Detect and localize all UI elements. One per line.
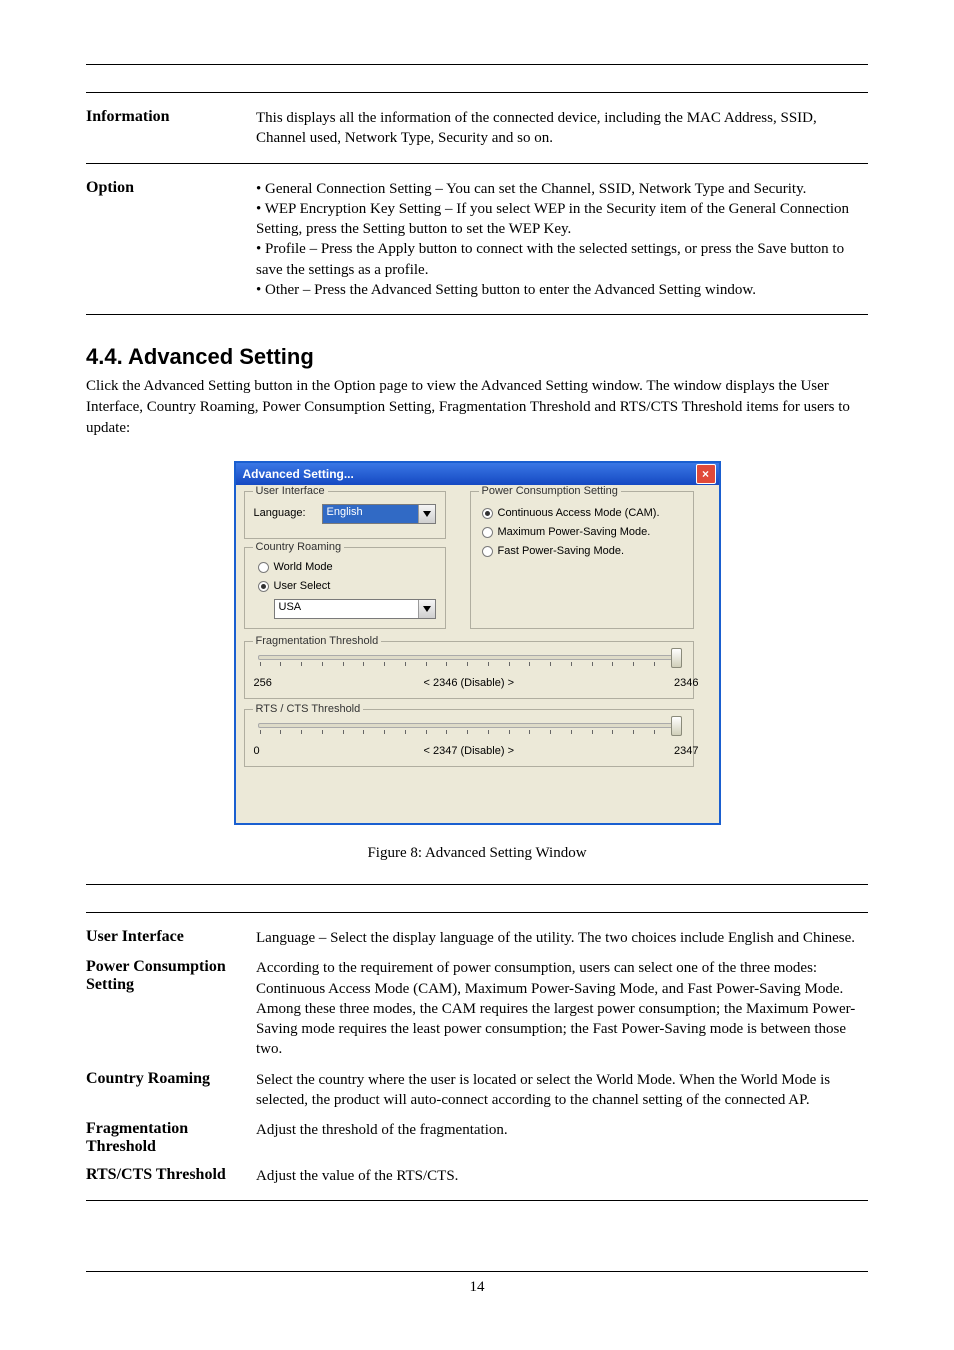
field-label: RTS/CTS Threshold <box>86 1166 256 1184</box>
rts-value: < 2347 (Disable) > <box>424 745 515 757</box>
field-label: Option <box>86 179 256 197</box>
table-divider <box>86 1200 868 1202</box>
dialog-title: Advanced Setting... <box>243 467 354 481</box>
language-label: Language: <box>254 507 306 519</box>
group-legend: Fragmentation Threshold <box>253 635 382 647</box>
country-value: USA <box>275 600 418 618</box>
radio-user-select[interactable]: User Select <box>258 580 331 592</box>
section-intro: Click the Advanced Setting button in the… <box>86 376 868 439</box>
radio-cam[interactable]: Continuous Access Mode (CAM). <box>482 507 660 519</box>
field-desc: Select the country where the user is loc… <box>256 1070 868 1111</box>
country-select[interactable]: USA <box>274 599 436 619</box>
field-label: Power Consumption Setting <box>86 958 256 994</box>
radio-fast-power-saving[interactable]: Fast Power-Saving Mode. <box>482 545 625 557</box>
field-desc: Language – Select the display language o… <box>256 928 868 948</box>
field-desc: Adjust the value of the RTS/CTS. <box>256 1166 868 1186</box>
groupbox-fragmentation: Fragmentation Threshold <box>244 641 694 699</box>
table-row: Power Consumption Setting According to t… <box>86 958 868 1059</box>
language-select[interactable]: English <box>322 504 436 524</box>
close-icon[interactable]: × <box>696 464 716 484</box>
radio-label: User Select <box>274 580 331 592</box>
table-divider <box>86 64 868 66</box>
radio-label: Continuous Access Mode (CAM). <box>498 507 660 519</box>
table-row: Country Roaming Select the country where… <box>86 1070 868 1111</box>
table-divider <box>86 163 868 165</box>
radio-world-mode[interactable]: World Mode <box>258 561 333 573</box>
slider-thumb[interactable] <box>671 648 682 668</box>
frag-value: < 2346 (Disable) > <box>424 677 515 689</box>
table-divider <box>86 912 868 914</box>
advanced-setting-dialog: Advanced Setting... × User Interface Lan… <box>234 461 721 825</box>
table-row: RTS/CTS Threshold Adjust the value of th… <box>86 1166 868 1186</box>
rts-slider[interactable] <box>254 723 682 734</box>
frag-max: 2346 <box>674 677 698 689</box>
radio-label: World Mode <box>274 561 333 573</box>
chevron-down-icon[interactable] <box>418 505 435 523</box>
footer-divider <box>86 1271 868 1273</box>
table-row: User Interface Language – Select the dis… <box>86 928 868 948</box>
titlebar[interactable]: Advanced Setting... × <box>236 463 719 485</box>
page-number: 14 <box>86 1279 868 1296</box>
field-desc: Adjust the threshold of the fragmentatio… <box>256 1120 868 1140</box>
language-value: English <box>323 505 418 523</box>
field-label: Fragmentation Threshold <box>86 1120 256 1156</box>
table-divider <box>86 884 868 886</box>
field-desc: This displays all the information of the… <box>256 108 868 149</box>
field-label: Country Roaming <box>86 1070 256 1088</box>
group-legend: Country Roaming <box>253 541 345 553</box>
table-divider <box>86 92 868 94</box>
frag-min: 256 <box>254 677 272 689</box>
radio-max-power-saving[interactable]: Maximum Power-Saving Mode. <box>482 526 651 538</box>
rts-min: 0 <box>254 745 260 757</box>
table-row: Fragmentation Threshold Adjust the thres… <box>86 1120 868 1156</box>
groupbox-rts-cts: RTS / CTS Threshold <box>244 709 694 767</box>
table-row: Option • General Connection Setting – Yo… <box>86 179 868 301</box>
radio-label: Maximum Power-Saving Mode. <box>498 526 651 538</box>
figure-caption: Figure 8: Advanced Setting Window <box>86 845 868 862</box>
table-divider <box>86 314 868 316</box>
field-desc: According to the requirement of power co… <box>256 958 868 1059</box>
group-legend: RTS / CTS Threshold <box>253 703 364 715</box>
table-row: Information This displays all the inform… <box>86 108 868 149</box>
field-label: User Interface <box>86 928 256 946</box>
fragmentation-slider[interactable] <box>254 655 682 666</box>
group-legend: Power Consumption Setting <box>479 485 621 497</box>
slider-thumb[interactable] <box>671 716 682 736</box>
radio-label: Fast Power-Saving Mode. <box>498 545 625 557</box>
section-title: 4.4. Advanced Setting <box>86 344 868 370</box>
field-desc: • General Connection Setting – You can s… <box>256 179 868 301</box>
chevron-down-icon[interactable] <box>418 600 435 618</box>
field-label: Information <box>86 108 256 126</box>
group-legend: User Interface <box>253 485 328 497</box>
rts-max: 2347 <box>674 745 698 757</box>
